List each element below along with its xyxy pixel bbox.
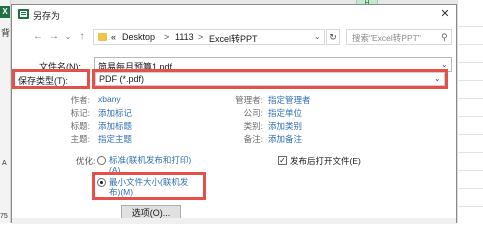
breadcrumb-excel-to-ppt[interactable]: Excel转PPT <box>209 32 258 45</box>
grid-line <box>457 170 483 171</box>
optimize-standard-line1: 标准(联机发布和打印) <box>109 155 192 165</box>
save-as-dialog: 另存为 ✕ ← → ⌄ ↑ « Desktop > 1113 > Excel转P… <box>11 4 457 224</box>
meta-subject-label: 主题: <box>70 134 90 144</box>
optimize-minimum-line1: 最小文件大小(联机发 <box>109 177 189 187</box>
excel-grid-right <box>457 0 483 223</box>
grid-line <box>457 26 483 27</box>
close-icon[interactable]: ✕ <box>438 7 452 21</box>
meta-company-label: 公司: <box>243 108 263 118</box>
recent-locations-dropdown-icon[interactable]: ⌄ <box>62 31 74 43</box>
meta-title-value[interactable]: 添加标题 <box>98 120 132 132</box>
grid-line <box>457 134 483 135</box>
grid-line <box>457 206 483 207</box>
optimize-minimum-radio[interactable] <box>97 178 106 187</box>
search-input[interactable]: 搜索"Excel转PPT" ⚲ <box>346 29 452 45</box>
grid-line <box>457 152 483 153</box>
dialog-titlebar[interactable]: 另存为 ✕ <box>12 5 456 23</box>
excel-row-header: 背 A 75 <box>0 0 11 223</box>
refresh-icon[interactable]: ↻ <box>326 29 340 45</box>
search-icon[interactable]: ⚲ <box>441 32 448 43</box>
breadcrumb-separator-icon[interactable]: > <box>164 32 169 42</box>
meta-comments-label: 备注: <box>243 134 263 144</box>
meta-author-label: 作者: <box>70 95 90 105</box>
grid-line <box>457 62 483 63</box>
excel-side-char: 背 <box>1 28 11 38</box>
excel-side-char: A <box>2 160 7 167</box>
grid-line <box>457 98 483 99</box>
breadcrumb-1113[interactable]: 1113 <box>175 32 194 42</box>
up-folder-icon[interactable]: ↑ <box>76 31 88 43</box>
meta-tags-value[interactable]: 添加标记 <box>98 107 132 119</box>
grid-line <box>457 80 483 81</box>
filetype-label: 保存类型(T): <box>18 76 68 86</box>
dialog-title: 另存为 <box>33 11 61 21</box>
radio-selected-dot <box>100 181 103 184</box>
meta-comments-value[interactable]: 添加备注 <box>268 133 302 145</box>
optimize-minimum-label[interactable]: 最小文件大小(联机发 布)(M) <box>109 177 188 197</box>
excel-side-char: 75 <box>0 213 8 220</box>
meta-title-label: 标题: <box>70 121 90 131</box>
meta-category-value[interactable]: 添加类别 <box>268 120 302 132</box>
breadcrumb-overflow[interactable]: « <box>111 32 116 42</box>
filetype-select[interactable]: PDF (*.pdf) ⌄ <box>95 72 445 86</box>
back-arrow-icon[interactable]: ← <box>32 31 44 43</box>
navigation-bar: ← → ⌄ ↑ « Desktop > 1113 > Excel转PPT ⌄ ↻… <box>12 27 456 47</box>
meta-subject-value[interactable]: 指定主题 <box>98 133 132 145</box>
filetype-dropdown-icon[interactable]: ⌄ <box>434 74 441 83</box>
filename-dropdown-icon[interactable]: ⌄ <box>441 60 448 69</box>
search-placeholder: 搜索"Excel转PPT" <box>352 33 421 43</box>
open-after-publish-checkbox[interactable]: ✓ <box>278 156 287 165</box>
address-dropdown-icon[interactable]: ⌄ <box>314 32 321 41</box>
meta-category-label: 类别: <box>243 121 263 131</box>
grid-line <box>457 116 483 117</box>
forward-arrow-icon[interactable]: → <box>48 31 60 43</box>
dialog-bottom-edge <box>12 218 456 224</box>
filetype-value: PDF (*.pdf) <box>99 74 145 84</box>
meta-tags-label: 标记: <box>70 108 90 118</box>
breadcrumb-desktop[interactable]: Desktop <box>122 32 155 42</box>
address-bar[interactable]: « Desktop > 1113 > Excel转PPT ⌄ <box>93 29 325 45</box>
meta-manager-label: 管理者: <box>235 95 263 105</box>
meta-manager-value[interactable]: 指定管理者 <box>268 94 311 106</box>
grid-line <box>457 188 483 189</box>
folder-icon <box>98 33 107 41</box>
optimize-standard-radio[interactable] <box>97 156 106 165</box>
meta-company-value[interactable]: 指定单位 <box>268 107 302 119</box>
optimize-minimum-line2: 布)(M) <box>109 187 134 197</box>
open-after-publish-label[interactable]: 发布后打开文件(E) <box>290 155 361 167</box>
breadcrumb-separator-icon[interactable]: > <box>198 32 203 42</box>
meta-author-value[interactable]: xbany <box>98 94 121 104</box>
optimize-label: 优化: <box>76 156 96 166</box>
grid-line <box>457 44 483 45</box>
save-as-icon <box>18 9 29 19</box>
excel-logo-icon: X <box>0 6 10 18</box>
